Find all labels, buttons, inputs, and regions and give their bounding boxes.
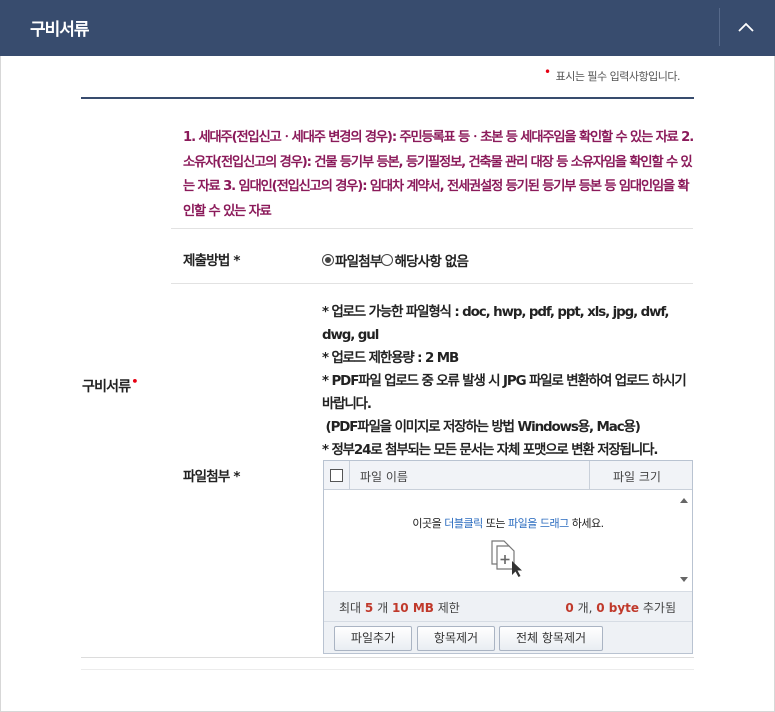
status-text: 개 — [373, 601, 392, 615]
section-header: 구비서류 — [0, 0, 775, 56]
section-title: 구비서류 — [30, 20, 90, 40]
guide-line: * 업로드 가능한 파일형식 : doc, hwp, pdf, ppt, xls… — [322, 305, 670, 343]
required-note-text: 표시는 필수 입력사항입니다. — [555, 70, 681, 83]
uploader-button-bar: 파일추가 항목제거 전체 항목제거 — [324, 621, 692, 653]
scroll-up-arrow-icon[interactable] — [679, 497, 689, 505]
msg-highlight: 더블클릭 — [444, 517, 483, 530]
file-attach-label: 파일첨부 * — [183, 469, 240, 485]
row-label: 구비서류• — [82, 375, 138, 396]
msg-highlight: 파일을 드래그 — [508, 517, 569, 530]
file-list-header: 파일 이름 파일 크기 — [324, 461, 692, 490]
upload-limit: 최대 5 개 10 MB 제한 — [339, 599, 460, 616]
scroll-down-arrow-icon[interactable] — [679, 575, 689, 583]
guide-line: * PDF파일 업로드 중 오류 발생 시 JPG 파일로 변환하여 업로드 하… — [322, 374, 687, 412]
status-text: 추가됨 — [639, 601, 676, 615]
current-file-count: 0 — [565, 601, 574, 615]
required-note: • 표시는 필수 입력사항입니다. — [544, 65, 681, 84]
radio-not-applicable[interactable]: 해당사항 없음 — [381, 250, 469, 270]
current-file-size: 0 byte — [596, 601, 640, 615]
drop-instruction: 이곳을 더블클릭 또는 파일을 드래그 하세요. — [324, 515, 692, 531]
select-all-checkbox[interactable] — [330, 469, 343, 482]
column-file-size: 파일 크기 — [613, 470, 661, 484]
guide-line: (PDF파일을 이미지로 저장하는 방법 Windows용, Mac용) — [322, 420, 641, 435]
remove-item-button[interactable]: 항목제거 — [417, 626, 495, 651]
table-top-border — [81, 97, 694, 99]
required-marker: • — [544, 65, 551, 79]
column-divider — [349, 461, 350, 490]
divider — [81, 669, 694, 670]
file-add-icon — [491, 540, 522, 577]
row-label-text: 구비서류 — [82, 379, 131, 395]
radio-file-attach[interactable]: 파일첨부 — [322, 250, 382, 270]
divider — [171, 283, 693, 284]
required-marker: • — [131, 375, 138, 388]
divider — [171, 228, 693, 229]
file-uploader: 파일 이름 파일 크기 이곳을 더블클릭 또는 파일을 드래그 하세요. 최대 … — [323, 460, 693, 654]
radio-label: 파일첨부 — [335, 254, 382, 270]
table-bottom-border — [81, 657, 694, 658]
collapse-toggle-button[interactable] — [720, 0, 775, 56]
document-notice: 1. 세대주(전입신고ㆍ세대주 변경의 경우): 주민등록표 등ㆍ초본 등 세대… — [183, 130, 694, 219]
status-text: 최대 — [339, 601, 365, 615]
radio-selected-icon — [322, 254, 334, 266]
upload-guide: * 업로드 가능한 파일형식 : doc, hwp, pdf, ppt, xls… — [322, 301, 694, 462]
column-file-name: 파일 이름 — [360, 470, 408, 484]
radio-empty-icon — [381, 254, 394, 266]
radio-label: 해당사항 없음 — [394, 254, 469, 270]
column-divider — [589, 461, 590, 490]
file-drop-zone[interactable]: 이곳을 더블클릭 또는 파일을 드래그 하세요. — [324, 491, 692, 591]
submit-method-options: 파일첨부 해당사항 없음 — [322, 250, 469, 270]
msg-text: 이곳을 — [412, 517, 445, 530]
status-text: 개, — [573, 601, 597, 615]
max-file-count: 5 — [364, 601, 374, 615]
upload-current: 0 개, 0 byte 추가됨 — [565, 599, 676, 616]
max-file-size: 10 MB — [391, 601, 434, 615]
guide-line: * 업로드 제한용량 : 2 MB — [322, 351, 459, 366]
msg-text: 또는 — [482, 517, 508, 530]
guide-line: * 정부24로 첨부되는 모든 문서는 자체 포맷으로 변환 저장됩니다. — [322, 443, 658, 458]
msg-text: 하세요. — [568, 517, 604, 530]
upload-status-bar: 최대 5 개 10 MB 제한 0 개, 0 byte 추가됨 — [324, 591, 692, 621]
submit-method-label: 제출방법 * — [183, 253, 240, 269]
chevron-up-icon — [738, 22, 754, 32]
add-file-button[interactable]: 파일추가 — [334, 626, 412, 651]
status-text: 제한 — [433, 601, 460, 615]
remove-all-items-button[interactable]: 전체 항목제거 — [499, 626, 603, 651]
